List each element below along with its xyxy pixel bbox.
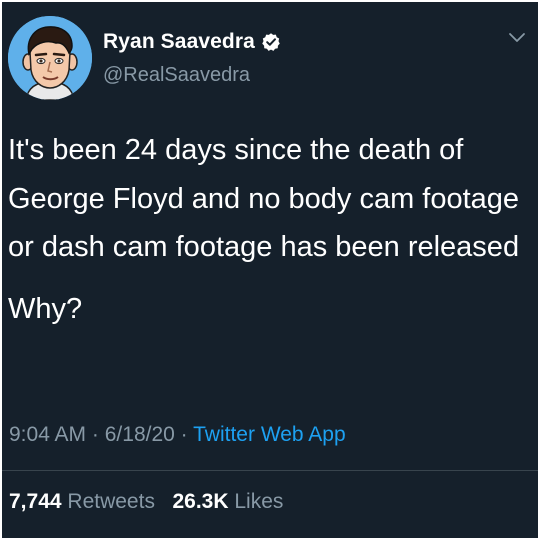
tweet-stats: 7,744 Retweets 26.3K Likes [9, 490, 283, 514]
tweet-card: Ryan Saavedra @RealSaavedra It's been 24… [2, 2, 538, 538]
tweet-text-paragraph: It's been 24 days since the death of Geo… [8, 134, 520, 263]
verified-badge-icon [261, 32, 281, 52]
tweet-body: It's been 24 days since the death of Geo… [8, 126, 534, 333]
likes-stat[interactable]: 26.3K Likes [172, 490, 283, 513]
retweets-label: Retweets [67, 490, 155, 513]
divider [2, 470, 538, 471]
retweets-count: 7,744 [9, 490, 62, 513]
likes-count: 26.3K [172, 490, 229, 513]
meta-separator: · [91, 423, 99, 446]
tweet-metadata: 9:04 AM · 6/18/20 · Twitter Web App [9, 423, 346, 447]
avatar[interactable] [8, 16, 92, 100]
avatar-portrait-icon [8, 16, 92, 100]
meta-separator: · [180, 423, 188, 446]
tweet-source-link[interactable]: Twitter Web App [193, 423, 346, 446]
author-display-name[interactable]: Ryan Saavedra [103, 30, 255, 54]
chevron-down-icon[interactable] [508, 32, 526, 44]
retweets-stat[interactable]: 7,744 Retweets [9, 490, 155, 513]
tweet-text-paragraph: Why? [8, 292, 83, 325]
tweet-date[interactable]: 6/18/20 [105, 423, 175, 446]
tweet-time[interactable]: 9:04 AM [9, 423, 86, 446]
author-name-row: Ryan Saavedra [103, 30, 281, 54]
likes-label: Likes [234, 490, 284, 513]
author-handle[interactable]: @RealSaavedra [103, 64, 250, 87]
